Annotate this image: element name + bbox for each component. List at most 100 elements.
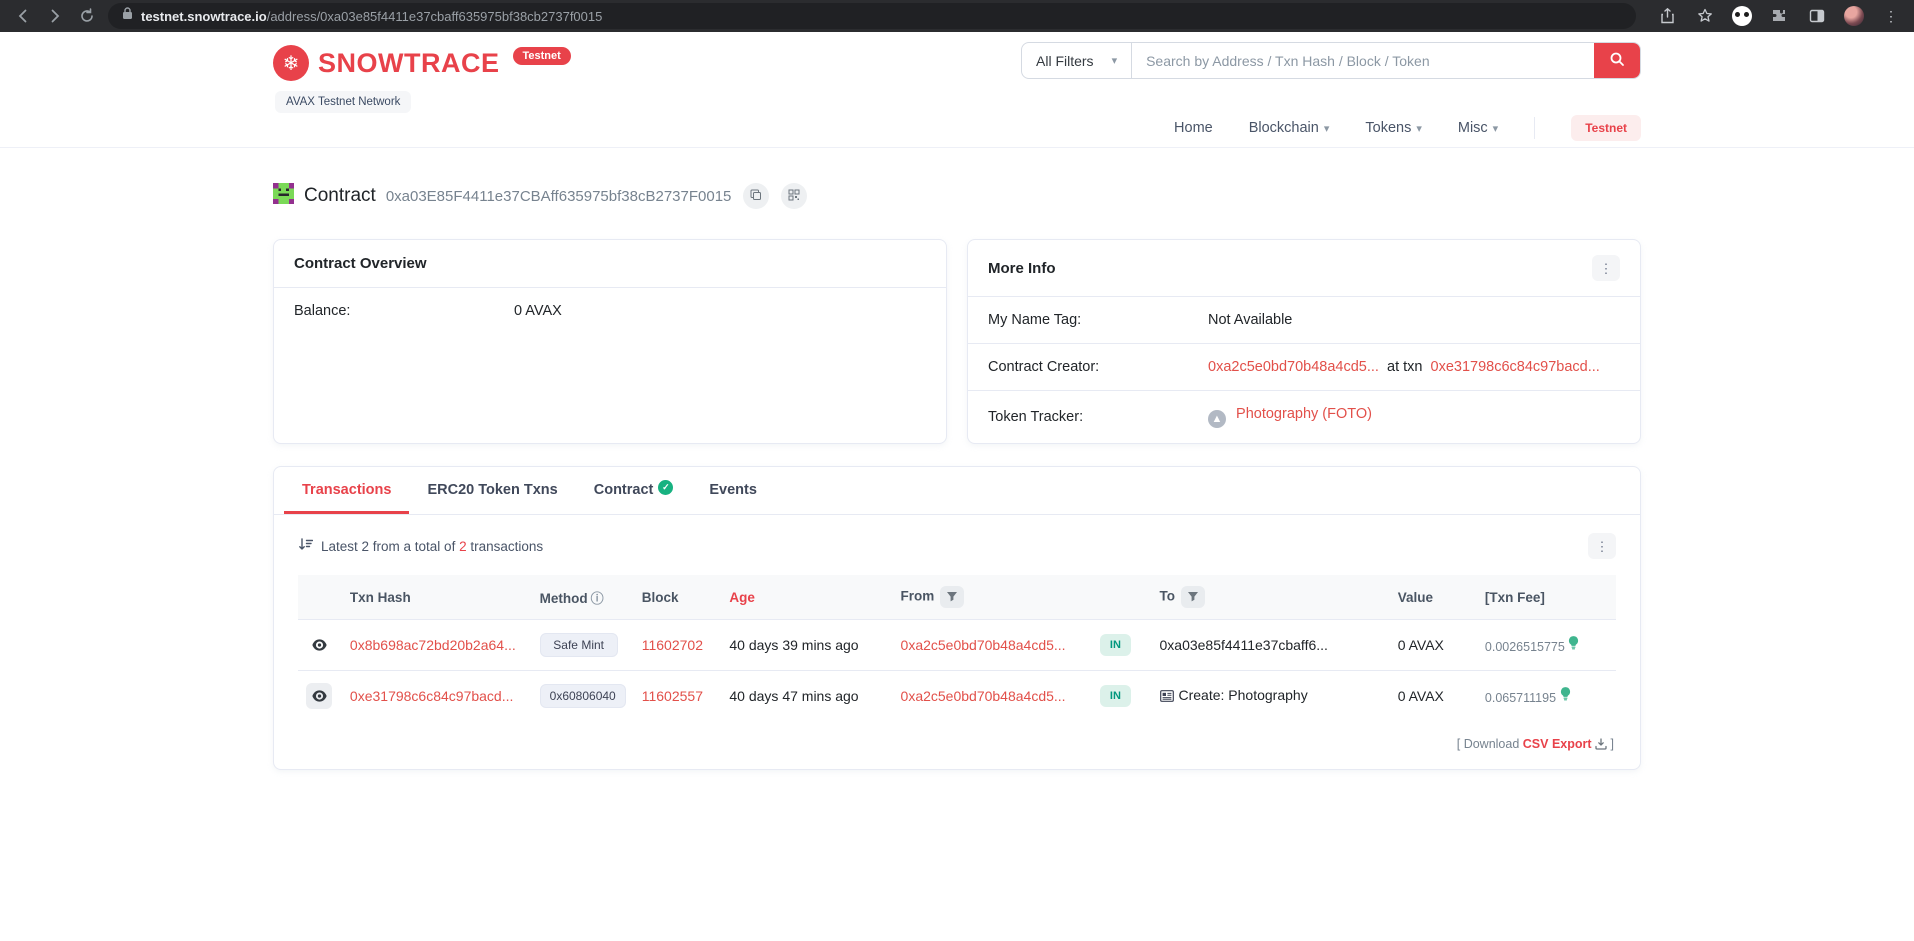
txn-hash-link[interactable]: 0xe31798c6c84c97bacd... — [350, 688, 513, 704]
contract-creator-label: Contract Creator: — [988, 359, 1208, 375]
brand-text: SNOWTRACE — [318, 45, 500, 81]
value-cell: 0 AVAX — [1390, 671, 1477, 722]
creator-txn-link[interactable]: 0xe31798c6c84c97bacd... — [1431, 359, 1600, 375]
token-tracker-label: Token Tracker: — [988, 409, 1208, 425]
site-header: ❄ SNOWTRACE Testnet AVAX Testnet Network… — [0, 32, 1914, 147]
nav-home[interactable]: Home — [1174, 120, 1213, 136]
browser-menu-kebab-icon[interactable]: ⋮ — [1880, 5, 1902, 27]
url-domain: testnet.snowtrace.io — [141, 9, 267, 24]
col-header-block: Block — [634, 575, 722, 620]
txn-fee-value: 0.065711195 — [1485, 691, 1556, 705]
txn-hash-link[interactable]: 0x8b698ac72bd20b2a64... — [350, 637, 516, 653]
lock-icon — [122, 7, 133, 25]
snowtrace-logo[interactable]: ❄ SNOWTRACE Testnet — [273, 40, 571, 81]
col-header-txn-hash: Txn Hash — [342, 575, 532, 620]
summary-count: 2 — [459, 539, 467, 554]
tab-transactions[interactable]: Transactions — [284, 467, 409, 514]
download-icon[interactable] — [1595, 737, 1607, 751]
summary-prefix: Latest 2 from a total of — [321, 539, 455, 554]
copy-icon — [750, 189, 762, 204]
token-tracker-link[interactable]: Photography (FOTO) — [1236, 406, 1372, 422]
nav-misc-label: Misc — [1458, 120, 1488, 136]
search-filter-select[interactable]: All Filters ▾ — [1022, 43, 1132, 78]
info-circle-icon[interactable]: ⓘ — [591, 591, 604, 606]
page-title: Contract — [304, 185, 376, 207]
to-filter-button[interactable] — [1181, 586, 1205, 608]
more-info-menu-button[interactable]: ⋮ — [1592, 255, 1620, 281]
more-info-card: More Info ⋮ My Name Tag: Not Available C… — [967, 239, 1641, 444]
tab-transactions-label: Transactions — [302, 482, 391, 498]
url-text: testnet.snowtrace.io/address/0xa03e85f44… — [141, 9, 602, 24]
token-logo-icon: ▲ — [1208, 410, 1226, 428]
block-link[interactable]: 11602557 — [642, 688, 703, 704]
share-icon[interactable] — [1656, 5, 1678, 27]
address-bar[interactable]: testnet.snowtrace.io/address/0xa03e85f44… — [108, 3, 1636, 29]
qr-code-button[interactable] — [781, 183, 807, 209]
bookmark-star-icon[interactable] — [1694, 5, 1716, 27]
search-button[interactable] — [1594, 43, 1640, 78]
creator-address-link[interactable]: 0xa2c5e0bd70b48a4cd5... — [1208, 359, 1379, 375]
preview-txn-button[interactable] — [306, 632, 332, 658]
balance-value: 0 AVAX — [514, 303, 562, 319]
transactions-menu-button[interactable]: ⋮ — [1588, 533, 1616, 559]
block-link[interactable]: 11602702 — [642, 637, 703, 653]
browser-profile-avatar[interactable] — [1844, 6, 1864, 26]
search-filter-label: All Filters — [1036, 53, 1094, 69]
search-bar: All Filters ▾ — [1021, 42, 1641, 79]
col-header-from: From — [893, 575, 1092, 620]
method-badge[interactable]: 0x60806040 — [540, 684, 626, 708]
from-address-link[interactable]: 0xa2c5e0bd70b48a4cd5... — [901, 637, 1066, 653]
chevron-down-icon: ▾ — [1493, 122, 1499, 135]
gas-lightbulb-icon[interactable] — [1560, 691, 1571, 705]
tab-contract[interactable]: Contract✓ — [576, 467, 692, 514]
browser-reload-icon[interactable] — [76, 5, 98, 27]
browser-forward-icon[interactable] — [44, 5, 66, 27]
from-filter-button[interactable] — [940, 586, 964, 608]
age-value: 40 days 39 mins ago — [721, 620, 892, 671]
from-address-link[interactable]: 0xa2c5e0bd70b48a4cd5... — [901, 688, 1066, 704]
qr-code-icon — [788, 189, 800, 204]
overview-card-title: Contract Overview — [294, 255, 427, 272]
tab-erc20-token-txns[interactable]: ERC20 Token Txns — [409, 467, 575, 514]
col-header-age[interactable]: Age — [721, 575, 892, 620]
url-path: /address/0xa03e85f4411e37cbaff635975bf38… — [267, 9, 603, 24]
value-cell: 0 AVAX — [1390, 620, 1477, 671]
table-row: 0xe31798c6c84c97bacd... 0x60806040 11602… — [298, 671, 1616, 722]
nav-tokens[interactable]: Tokens▾ — [1365, 120, 1421, 136]
transactions-summary: Latest 2 from a total of 2 transactions — [298, 538, 543, 555]
chevron-down-icon: ▾ — [1112, 54, 1118, 67]
transactions-table: Txn Hash Methodⓘ Block Age From To Value… — [298, 575, 1616, 721]
tab-events[interactable]: Events — [691, 467, 775, 514]
col-header-to: To — [1152, 575, 1390, 620]
search-input[interactable] — [1132, 43, 1594, 78]
tab-events-label: Events — [709, 482, 757, 498]
col-header-eye — [298, 575, 342, 620]
name-tag-label: My Name Tag: — [988, 312, 1208, 328]
network-pill: AVAX Testnet Network — [275, 91, 411, 113]
contract-identicon — [273, 183, 294, 209]
download-suffix: ] — [1611, 737, 1614, 751]
page-title-row: Contract 0xa03E85F4411e37CBAff635975bf38… — [273, 183, 1641, 209]
nav-home-label: Home — [1174, 120, 1213, 136]
testnet-network-button[interactable]: Testnet — [1571, 115, 1641, 141]
extensions-puzzle-icon[interactable] — [1768, 5, 1790, 27]
extension-owl-icon[interactable] — [1732, 6, 1752, 26]
nav-blockchain[interactable]: Blockchain▾ — [1249, 120, 1330, 136]
verified-check-icon: ✓ — [658, 480, 673, 495]
browser-back-icon[interactable] — [12, 5, 34, 27]
preview-txn-button[interactable] — [306, 683, 332, 709]
nav-misc[interactable]: Misc ▾ — [1458, 120, 1498, 136]
nav-blockchain-label: Blockchain — [1249, 120, 1319, 136]
gas-lightbulb-icon[interactable] — [1568, 640, 1579, 654]
more-info-card-title: More Info — [988, 260, 1056, 277]
copy-address-button[interactable] — [743, 183, 769, 209]
csv-export-line: [ Download CSV Export ] — [274, 721, 1640, 769]
col-header-method: Methodⓘ — [532, 575, 634, 620]
csv-export-link[interactable]: CSV Export — [1523, 737, 1592, 751]
col-header-txn-fee: [Txn Fee] — [1477, 575, 1616, 620]
sort-icon — [298, 538, 313, 555]
method-badge[interactable]: Safe Mint — [540, 633, 618, 657]
summary-suffix: transactions — [470, 539, 543, 554]
col-header-value: Value — [1390, 575, 1477, 620]
side-panel-icon[interactable] — [1806, 5, 1828, 27]
